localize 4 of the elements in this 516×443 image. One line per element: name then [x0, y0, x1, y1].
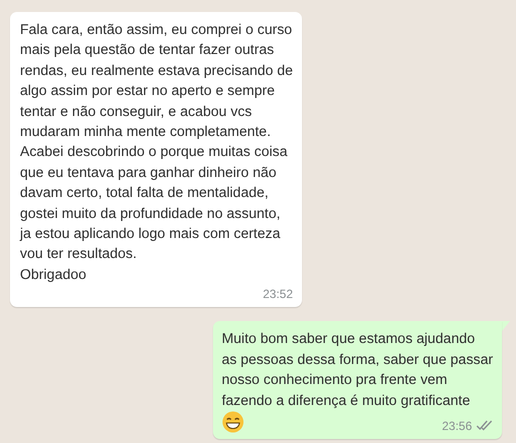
message-time: 23:52 [262, 287, 293, 302]
message-text: Muito bom saber que estamos ajudando as pessoas dessa forma, saber que passar nosso conhecimento pra frente vem fazendo a diferença é muito gratificante [222, 330, 493, 410]
message-time: 23:56 [442, 418, 472, 433]
message-text: Fala cara, então assim, eu comprei o curso mais pela questão de tentar fazer outras rendas, eu realmente estava precisando de algo assim por estar no aperto e sempre tentar e não conseguir, e acabou vcs mudaram minha mente completamente. Acabei descobrindo o porque muitas coisa que eu tentava para ganhar dinheiro não davam certo, total falta de mentalidade, gostei muito da profundidade no assunto, ja estou aplicando logo mais com certeza vou ter resultados. Obrigadoo [20, 21, 293, 285]
